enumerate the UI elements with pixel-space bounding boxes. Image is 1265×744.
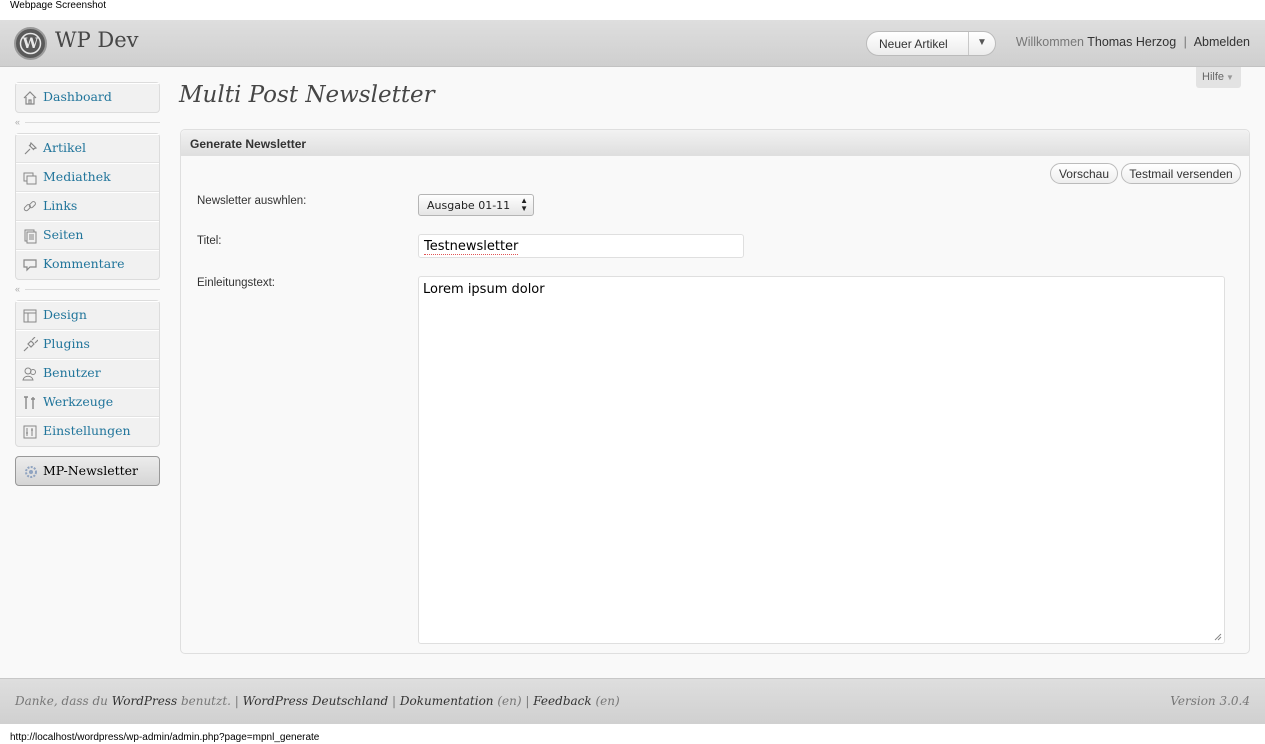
sidebar-item-label: Seiten (43, 227, 84, 242)
favorite-divider (968, 32, 969, 55)
help-tab[interactable]: Hilfe ▼ (1196, 67, 1241, 88)
menu-group-dashboard: Dashboard (15, 82, 160, 113)
wordpress-logo-icon[interactable]: W (14, 27, 47, 60)
sidebar-item-mp-newsletter[interactable]: MP-Newsletter (15, 456, 160, 486)
newsletter-select-label: Newsletter auswhlen: (197, 195, 307, 207)
collapse-menu-icon[interactable]: « (15, 284, 20, 294)
footer-separator: | (392, 694, 397, 708)
language-hint: (en) (497, 694, 522, 708)
media-icon (23, 172, 37, 185)
sidebar-item-mediathek[interactable]: Mediathek (16, 163, 159, 192)
user-profile-link[interactable]: Thomas Herzog (1087, 35, 1176, 49)
sidebar-item-label: Benutzer (43, 365, 101, 380)
intro-text-label: Einleitungstext: (197, 277, 275, 289)
sidebar-item-label: Links (43, 198, 78, 213)
link-icon (23, 201, 36, 212)
sidebar-item-links[interactable]: Links (16, 192, 159, 221)
sidebar-item-seiten[interactable]: Seiten (16, 221, 159, 250)
menu-group-admin: Design Plugins Benutzer Werkzeuge Einste… (15, 300, 160, 447)
sidebar-item-label: Einstellungen (43, 423, 131, 438)
sidebar-item-artikel[interactable]: Artikel (16, 134, 159, 163)
admin-header: W WP Dev Neuer Artikel ▼ Willkommen Thom… (0, 20, 1265, 67)
menu-group-content: Artikel Mediathek Links Seiten Kommentar… (15, 133, 160, 280)
users-icon (22, 367, 36, 381)
menu-separator (25, 122, 160, 123)
title-input-value: Testnewsletter (424, 239, 519, 255)
favorite-actions-dropdown[interactable]: Neuer Artikel ▼ (866, 31, 996, 56)
generate-newsletter-panel: Generate Newsletter Vorschau Testmail ve… (180, 129, 1250, 654)
home-icon (23, 91, 37, 105)
sidebar-item-werkzeuge[interactable]: Werkzeuge (16, 388, 159, 417)
newsletter-select[interactable]: Ausgabe 01-11 ▲ ▼ (418, 194, 534, 216)
sidebar-item-kommentare[interactable]: Kommentare (16, 250, 159, 279)
footer-separator: | (525, 694, 530, 708)
panel-header: Generate Newsletter (181, 130, 1249, 156)
sidebar-item-label: Werkzeuge (43, 394, 114, 409)
newsletter-gear-icon (25, 466, 37, 478)
preview-button[interactable]: Vorschau (1050, 163, 1118, 184)
sidebar-item-label: Artikel (43, 140, 86, 155)
header-separator: | (1183, 35, 1187, 49)
greeting-text: Willkommen (1015, 35, 1084, 49)
screenshot-caption: Webpage Screenshot (10, 0, 106, 11)
sidebar-item-dashboard[interactable]: Dashboard (16, 83, 159, 112)
plugin-icon (23, 337, 38, 352)
sidebar-item-design[interactable]: Design (16, 301, 159, 330)
footer-thanks-suffix: benutzt. (180, 694, 231, 708)
sidebar-item-label: Dashboard (43, 89, 112, 104)
comment-icon (23, 259, 37, 272)
status-bar-url: http://localhost/wordpress/wp-admin/admi… (10, 732, 320, 743)
feedback-link[interactable]: Feedback (533, 694, 591, 708)
sidebar-item-label: Design (43, 307, 87, 322)
sidebar-item-einstellungen[interactable]: Einstellungen (16, 417, 159, 446)
collapse-menu-icon[interactable]: « (15, 117, 20, 127)
documentation-link[interactable]: Dokumentation (400, 694, 494, 708)
wordpress-link[interactable]: WordPress (112, 694, 177, 708)
sidebar-item-benutzer[interactable]: Benutzer (16, 359, 159, 388)
sidebar-item-label: Plugins (43, 336, 90, 351)
language-hint: (en) (595, 694, 620, 708)
newsletter-select-value: Ausgabe 01-11 (427, 199, 511, 212)
chevron-down-icon[interactable]: ▼ (977, 37, 987, 48)
pin-icon (24, 141, 38, 155)
settings-icon (23, 425, 37, 439)
intro-textarea-value: Lorem ipsum dolor (423, 282, 545, 297)
admin-footer: Danke, dass du WordPress benutzt. | Word… (0, 678, 1265, 724)
wp-admin-page: W WP Dev Neuer Artikel ▼ Willkommen Thom… (0, 20, 1265, 724)
favorite-action-label[interactable]: Neuer Artikel (879, 37, 948, 51)
footer-thanks-prefix: Danke, dass du (15, 694, 108, 708)
menu-separator (25, 289, 160, 290)
title-input[interactable]: Testnewsletter (418, 234, 744, 258)
wordpress-deutschland-link[interactable]: WordPress Deutschland (243, 694, 389, 708)
sidebar-item-label: Kommentare (43, 256, 125, 271)
sidebar-item-plugins[interactable]: Plugins (16, 330, 159, 359)
page-title: Multi Post Newsletter (179, 82, 435, 108)
chevron-down-icon: ▼ (1226, 73, 1234, 82)
select-arrows-icon: ▲ ▼ (520, 196, 528, 213)
sidebar-item-label: Mediathek (43, 169, 111, 184)
footer-separator: | (234, 694, 239, 708)
sidebar-item-label: MP-Newsletter (43, 463, 139, 478)
user-greeting: Willkommen Thomas Herzog | Abmelden (1016, 35, 1250, 49)
logout-link[interactable]: Abmelden (1194, 35, 1250, 49)
panel-title: Generate Newsletter (190, 137, 307, 151)
site-title[interactable]: WP Dev (55, 28, 139, 52)
version-info: Version 3.0.4 (1170, 694, 1250, 708)
title-field-label: Titel: (197, 235, 222, 247)
help-tab-label[interactable]: Hilfe (1202, 71, 1224, 83)
resize-handle-icon[interactable] (1214, 633, 1222, 641)
footer-credits: Danke, dass du WordPress benutzt. | Word… (15, 694, 620, 708)
intro-textarea[interactable]: Lorem ipsum dolor (418, 276, 1225, 644)
pages-icon (24, 229, 37, 244)
appearance-icon (23, 309, 37, 323)
send-testmail-button[interactable]: Testmail versenden (1121, 163, 1241, 184)
svg-text:W: W (22, 36, 39, 52)
tools-icon (24, 396, 35, 409)
